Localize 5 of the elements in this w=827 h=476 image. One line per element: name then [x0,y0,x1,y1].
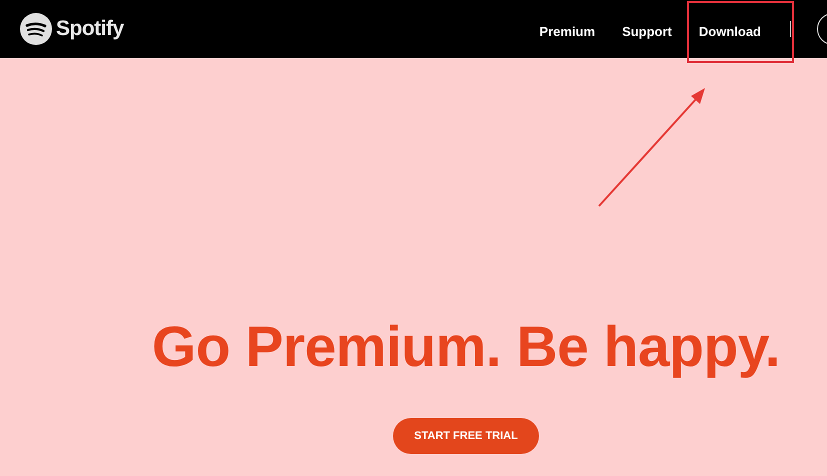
start-trial-button[interactable]: START FREE TRIAL [393,418,539,454]
headline: Go Premium. Be happy. [152,314,780,381]
logo-text[interactable]: Spotify [56,17,124,41]
logo-icon [20,13,52,45]
nav-link[interactable]: Download [686,1,794,63]
